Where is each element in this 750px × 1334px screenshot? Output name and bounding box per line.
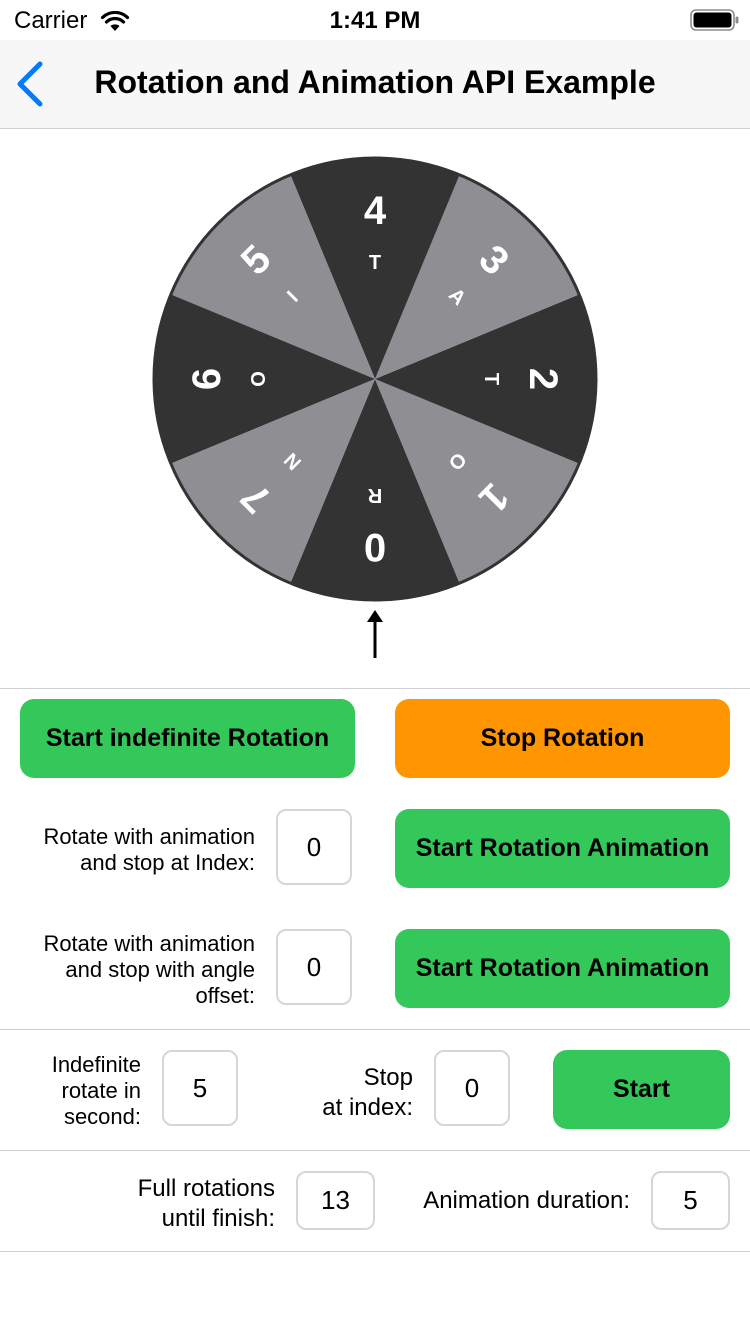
divider [0, 1251, 750, 1252]
start-indefinite-rotation-button[interactable]: Start indefinite Rotation [20, 699, 355, 778]
divider [0, 1029, 750, 1030]
animation-duration-input[interactable]: 5 [651, 1171, 730, 1230]
start-rotation-animation-index-button[interactable]: Start Rotation Animation [395, 809, 730, 888]
animation-duration-label: Animation duration: [423, 1187, 630, 1214]
clock-label: 1:41 PM [329, 7, 421, 34]
stop-at-index-short-label: Stop at index: [322, 1064, 413, 1121]
stop-at-index-label: Rotate with animation and stop at Index: [43, 824, 255, 875]
angle-offset-input[interactable]: 0 [276, 929, 352, 1005]
navigation-bar: Rotation and Animation API Example [0, 40, 750, 129]
divider [0, 1150, 750, 1151]
wheel-letter-0: R [367, 484, 382, 506]
status-bar: Carrier 1:41 PM [0, 0, 750, 40]
wheel-number-4: 4 [364, 189, 387, 233]
stop-index-input[interactable]: 0 [276, 809, 352, 885]
indefinite-seconds-input[interactable]: 5 [162, 1050, 238, 1126]
start-button[interactable]: Start [553, 1050, 730, 1129]
rotation-wheel[interactable]: 0R 1O2T3A4T5I6 O7N [150, 154, 600, 604]
divider [0, 688, 750, 689]
wheel-number-2: 2 [521, 368, 565, 390]
page-title: Rotation and Animation API Example [94, 64, 656, 100]
pointer-arrow-icon [367, 610, 383, 658]
stop-rotation-button[interactable]: Stop Rotation [395, 699, 730, 778]
full-rotations-label: Full rotations until finish: [137, 1175, 275, 1232]
angle-offset-label: Rotate with animation and stop with angl… [43, 931, 255, 1008]
battery-icon [690, 9, 739, 31]
wheel-number-6: 6 [185, 368, 229, 390]
full-rotations-input[interactable]: 13 [296, 1171, 375, 1230]
wheel-number-0: 0 [364, 525, 386, 569]
start-rotation-animation-angle-button[interactable]: Start Rotation Animation [395, 929, 730, 1008]
wheel-letter-6: O [248, 371, 270, 387]
indefinite-seconds-label: Indefinite rotate in second: [51, 1052, 141, 1129]
wheel-letter-2: T [480, 373, 502, 385]
wheel-letter-4: T [369, 252, 381, 274]
stop-at-index-input[interactable]: 0 [434, 1050, 510, 1126]
